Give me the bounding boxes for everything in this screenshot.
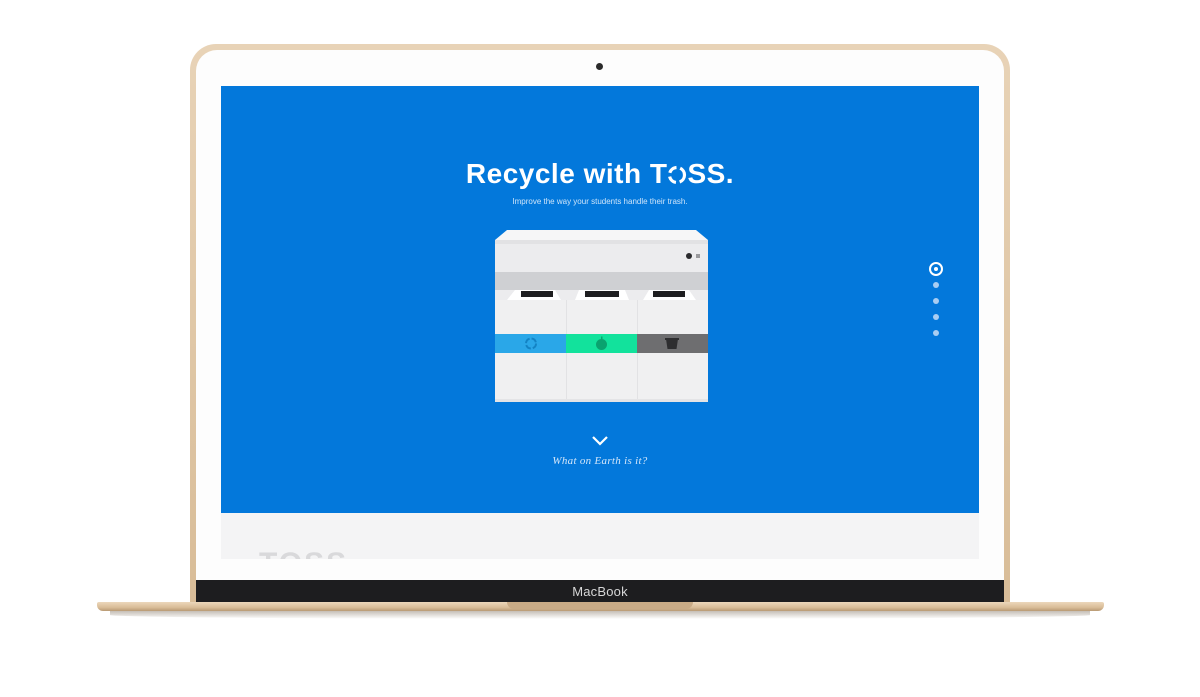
device-label: MacBook bbox=[572, 584, 628, 599]
pagination-dot-5[interactable] bbox=[933, 330, 939, 336]
hero-title-suffix: SS. bbox=[687, 158, 735, 189]
hero-title-prefix: Recycle with T bbox=[465, 158, 668, 189]
pagination-dot-2[interactable] bbox=[933, 282, 939, 288]
pagination-dot-1[interactable] bbox=[929, 262, 943, 276]
recycle-logo-icon bbox=[667, 160, 687, 185]
laptop-notch bbox=[507, 602, 693, 609]
laptop-chin: MacBook bbox=[196, 580, 1004, 602]
toss-machine-illustration bbox=[495, 230, 708, 402]
next-section: TOSS bbox=[221, 513, 979, 559]
section-pagination bbox=[928, 262, 944, 342]
toss-logo-partial: TOSS bbox=[259, 547, 348, 559]
recycling-bin-band bbox=[495, 334, 566, 353]
scroll-cta-link[interactable]: What on Earth is it? bbox=[221, 455, 979, 467]
hero-section: Recycle with T SS. Improve the way your … bbox=[221, 86, 979, 513]
camera-icon bbox=[596, 63, 603, 70]
laptop-shadow bbox=[110, 611, 1090, 619]
chevron-down-icon[interactable] bbox=[592, 435, 608, 447]
hero-title: Recycle with T SS. bbox=[221, 158, 979, 190]
pagination-dot-3[interactable] bbox=[933, 298, 939, 304]
pagination-dot-4[interactable] bbox=[933, 314, 939, 320]
power-button-icon bbox=[686, 253, 692, 259]
hero-subtitle: Improve the way your students handle the… bbox=[512, 197, 688, 206]
browser-viewport: Recycle with T SS. Improve the way your … bbox=[221, 86, 979, 559]
